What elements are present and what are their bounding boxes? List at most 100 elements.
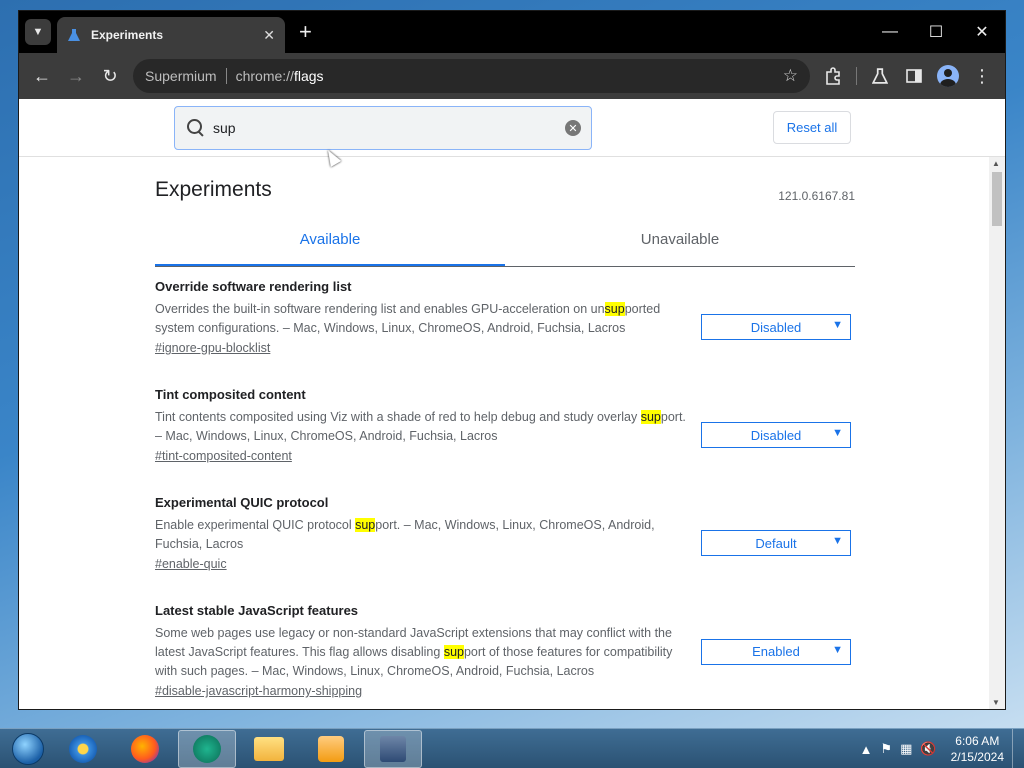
minimize-button[interactable]: — <box>867 11 913 53</box>
url-scheme: chrome:// <box>235 68 294 84</box>
tab-unavailable[interactable]: Unavailable <box>505 222 855 266</box>
clock-time: 6:06 AM <box>955 734 1000 748</box>
labs-icon[interactable] <box>863 59 897 93</box>
flag-description: Some web pages use legacy or non-standar… <box>155 626 673 678</box>
reload-icon[interactable]: ↻ <box>93 59 127 93</box>
experiments-content: Experiments 121.0.6167.81 Available Unav… <box>155 157 855 709</box>
flag-name: Override software rendering list <box>155 279 352 294</box>
forward-icon[interactable]: → <box>59 59 93 93</box>
flag-icon[interactable]: ⚑ <box>880 741 892 757</box>
flag-select-value: Disabled <box>750 319 802 335</box>
internet-explorer-icon <box>69 734 97 763</box>
speaker-muted-icon[interactable]: 🔇 <box>920 741 936 757</box>
taskbar-app-virtualbox[interactable] <box>364 729 422 768</box>
system-tray: ▲ ⚑ ▦ 🔇 6:06 AM 2/15/2024 <box>856 729 1024 768</box>
scrollbar-thumb[interactable] <box>992 172 1002 226</box>
search-input[interactable] <box>213 120 561 136</box>
taskbar-app-explorer[interactable] <box>240 730 298 768</box>
star-icon[interactable]: ☆ <box>783 66 798 86</box>
flask-icon <box>68 29 80 41</box>
flag-select-value: Enabled <box>752 644 800 659</box>
chevron-down-icon: ▼ <box>832 319 843 331</box>
tab-search-button[interactable]: ▼ <box>25 19 51 45</box>
taskbar-app-media-player[interactable] <box>302 730 360 768</box>
new-tab-button[interactable]: + <box>299 19 312 53</box>
chevron-down-icon: ▼ <box>832 643 843 656</box>
search-highlight: sup <box>604 302 625 316</box>
tab-experiments[interactable]: Experiments ✕ <box>57 17 285 53</box>
back-icon[interactable]: ← <box>25 59 59 93</box>
flag-anchor-link[interactable]: #disable-javascript-harmony-shipping <box>155 684 362 698</box>
firefox-icon <box>131 734 159 763</box>
url-host: flags <box>293 68 324 84</box>
flag-select[interactable]: Default ▼ <box>701 530 851 556</box>
virtualbox-icon <box>380 735 406 762</box>
taskbar-app-supermium[interactable] <box>178 729 236 768</box>
taskbar: ▲ ⚑ ▦ 🔇 6:06 AM 2/15/2024 <box>0 728 1024 768</box>
show-hidden-icons-icon[interactable]: ▲ <box>860 742 873 757</box>
flag-select-value: Disabled <box>750 427 802 443</box>
browser-toolbar: ← → ↻ Supermium chrome://flags ☆ ⋮ <box>19 53 1005 99</box>
flag-anchor-link[interactable]: #tint-composited-content <box>155 449 292 463</box>
flag-item: Tint composited content Tint contents co… <box>155 387 855 483</box>
menu-icon[interactable]: ⋮ <box>965 59 999 93</box>
maximize-button[interactable]: ☐ <box>913 11 959 53</box>
flag-name: Latest stable JavaScript features <box>155 603 359 618</box>
show-desktop-button[interactable] <box>1012 729 1024 768</box>
supermium-icon <box>193 734 221 763</box>
windows-orb-icon <box>12 732 44 765</box>
flag-anchor-link[interactable]: #enable-quic <box>155 557 227 571</box>
flag-select[interactable]: Disabled ▼ <box>701 422 851 448</box>
taskbar-app-internet-explorer[interactable] <box>54 730 112 768</box>
search-box[interactable]: ✕ <box>174 106 592 150</box>
profile-icon[interactable] <box>937 65 959 87</box>
flag-anchor-link[interactable]: #ignore-gpu-blocklist <box>155 341 270 355</box>
tab-available[interactable]: Available <box>155 222 505 266</box>
flag-description: Enable experimental QUIC protocol suppor… <box>155 518 655 551</box>
extensions-icon[interactable] <box>816 59 850 93</box>
scroll-up-icon[interactable]: ▲ <box>992 159 1000 168</box>
reset-all-button[interactable]: Reset all <box>773 111 851 144</box>
search-highlight: sup <box>640 410 661 424</box>
toolbar-divider <box>856 67 857 85</box>
start-button[interactable] <box>6 730 50 768</box>
search-highlight: sup <box>443 645 464 659</box>
chevron-down-icon: ▼ <box>832 427 843 439</box>
flag-name: Tint composited content <box>155 387 306 402</box>
flag-item: Latest stable JavaScript features Some w… <box>155 603 855 700</box>
search-highlight: sup <box>355 518 376 532</box>
tab-title: Experiments <box>91 28 164 42</box>
flag-name: Experimental QUIC protocol <box>155 495 329 510</box>
network-icon[interactable]: ▦ <box>900 741 912 757</box>
scroll-down-icon[interactable]: ▼ <box>992 698 1000 707</box>
tab-close-icon[interactable]: ✕ <box>263 27 275 44</box>
version-label: 121.0.6167.81 <box>778 189 855 203</box>
availability-tabs: Available Unavailable <box>155 222 855 267</box>
site-label: Supermium <box>145 68 217 84</box>
chevron-down-icon: ▼ <box>832 535 843 547</box>
flag-description: Tint contents composited using Viz with … <box>155 410 686 443</box>
flag-select[interactable]: Disabled ▼ <box>701 314 851 340</box>
folder-icon <box>254 736 284 761</box>
chevron-down-icon: ▼ <box>32 26 44 38</box>
flag-item: Override software rendering list Overrid… <box>155 279 855 375</box>
taskbar-app-firefox[interactable] <box>116 730 174 768</box>
side-panel-icon[interactable] <box>897 59 931 93</box>
flags-page: ✕ Reset all Experiments 121.0.6167.81 Av… <box>19 99 1005 709</box>
clock[interactable]: 6:06 AM 2/15/2024 <box>951 733 1004 765</box>
clear-search-icon[interactable]: ✕ <box>565 120 581 136</box>
browser-window: ▼ Experiments ✕ + — ☐ ✕ ← → ↻ Supermium … <box>18 10 1006 710</box>
close-window-button[interactable]: ✕ <box>959 11 1005 53</box>
clock-date: 2/15/2024 <box>950 750 1004 764</box>
page-title: Experiments <box>155 178 272 201</box>
title-bar: ▼ Experiments ✕ + — ☐ ✕ <box>19 11 1005 53</box>
search-icon <box>185 117 207 139</box>
flag-select[interactable]: Enabled ▼ <box>701 638 851 665</box>
page-scrollbar[interactable]: ▲ ▼ <box>989 157 1005 709</box>
address-bar[interactable]: Supermium chrome://flags ☆ <box>133 59 810 93</box>
search-header: ✕ Reset all <box>19 99 1005 157</box>
flag-item: Experimental QUIC protocol Enable experi… <box>155 495 855 591</box>
media-player-icon <box>318 735 344 762</box>
flag-select-value: Default <box>755 535 797 551</box>
omnibox-separator <box>225 68 227 84</box>
